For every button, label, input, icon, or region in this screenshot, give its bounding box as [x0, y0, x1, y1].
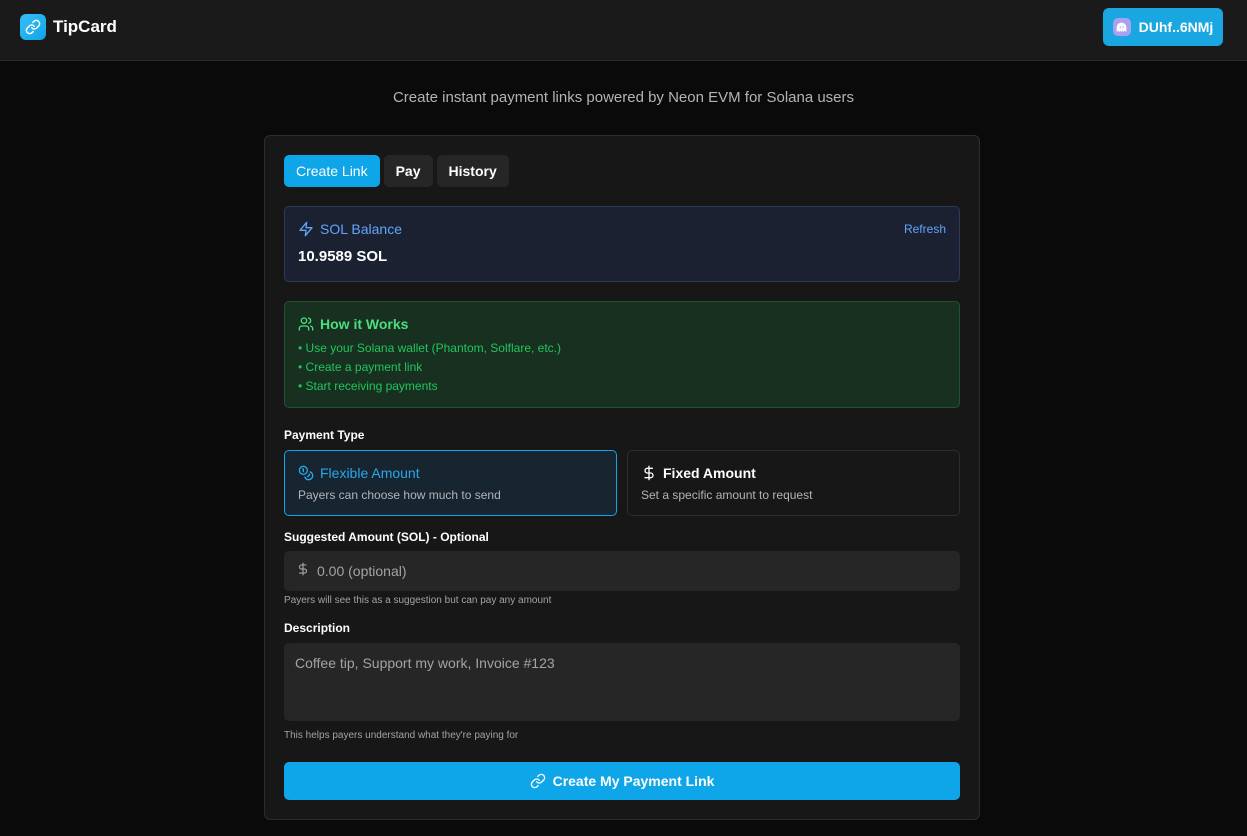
- list-item: Start receiving payments: [298, 379, 561, 398]
- app-logo[interactable]: TipCard: [20, 14, 117, 40]
- payment-type-label: Payment Type: [284, 428, 365, 442]
- description-input[interactable]: [284, 643, 960, 721]
- refresh-button[interactable]: Refresh: [904, 222, 946, 236]
- how-it-works-title: How it Works: [320, 316, 409, 332]
- link-icon: [20, 14, 46, 40]
- balance-value: 10.9589 SOL: [298, 248, 388, 265]
- dollar-icon: [296, 560, 310, 578]
- create-link-card: Create Link Pay History SOL Balance Refr…: [264, 135, 980, 820]
- app-name: TipCard: [53, 17, 117, 36]
- balance-header: SOL Balance: [298, 221, 402, 237]
- description-label: Description: [284, 621, 351, 635]
- flexible-amount-title-row: Flexible Amount: [298, 465, 420, 481]
- suggested-amount-input[interactable]: [317, 551, 947, 591]
- list-item: Use your Solana wallet (Phantom, Solflar…: [298, 341, 561, 360]
- how-it-works-header: How it Works: [298, 316, 408, 332]
- tab-bar: Create Link Pay History: [284, 155, 509, 187]
- fixed-amount-description: Set a specific amount to request: [641, 488, 813, 502]
- sol-balance-panel: SOL Balance Refresh 10.9589 SOL: [284, 206, 960, 282]
- suggested-amount-field: [284, 551, 960, 591]
- balance-title: SOL Balance: [320, 221, 402, 237]
- fixed-amount-option[interactable]: Fixed Amount Set a specific amount to re…: [627, 450, 960, 516]
- how-it-works-panel: How it Works Use your Solana wallet (Pha…: [284, 301, 960, 408]
- page-subtitle: Create instant payment links powered by …: [392, 89, 855, 106]
- wallet-button[interactable]: DUhf..6NMj: [1103, 8, 1223, 46]
- create-payment-link-label: Create My Payment Link: [552, 773, 715, 789]
- flexible-amount-option[interactable]: Flexible Amount Payers can choose how mu…: [284, 450, 617, 516]
- flexible-amount-title: Flexible Amount: [320, 465, 420, 481]
- suggested-amount-help: Payers will see this as a suggestion but…: [284, 595, 552, 606]
- tab-history[interactable]: History: [436, 155, 509, 187]
- tab-pay[interactable]: Pay: [383, 155, 433, 187]
- wallet-address: DUhf..6NMj: [1138, 19, 1214, 35]
- create-payment-link-button[interactable]: Create My Payment Link: [284, 762, 960, 800]
- coins-icon: [298, 465, 314, 481]
- phantom-ghost-icon: [1112, 18, 1131, 36]
- top-navbar: TipCard DUhf..6NMj: [0, 0, 1247, 61]
- lightning-icon: [298, 221, 314, 237]
- flexible-amount-description: Payers can choose how much to send: [298, 488, 501, 502]
- fixed-amount-title: Fixed Amount: [663, 465, 756, 481]
- dollar-icon: [641, 465, 657, 481]
- how-it-works-list: Use your Solana wallet (Phantom, Solflar…: [298, 341, 561, 398]
- description-help: This helps payers understand what they'r…: [284, 730, 519, 741]
- users-icon: [298, 316, 314, 332]
- fixed-amount-title-row: Fixed Amount: [641, 465, 756, 481]
- list-item: Create a payment link: [298, 360, 561, 379]
- tab-create-link[interactable]: Create Link: [284, 155, 380, 187]
- link-icon: [530, 773, 546, 789]
- suggested-amount-label: Suggested Amount (SOL) - Optional: [284, 530, 489, 544]
